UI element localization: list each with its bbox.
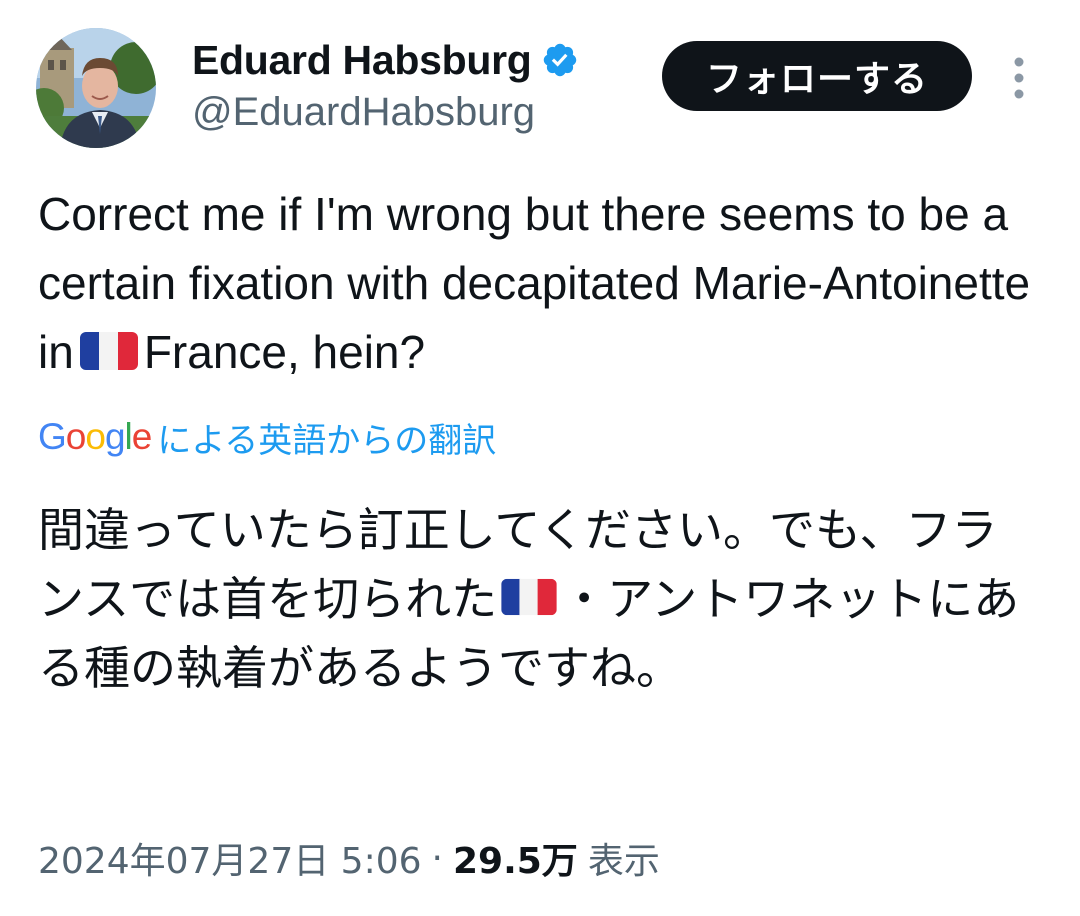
avatar[interactable] — [36, 28, 156, 148]
google-letter: o — [85, 416, 106, 457]
translation-attribution[interactable]: Google による英語からの翻訳 — [38, 410, 496, 464]
google-letter: G — [38, 416, 67, 457]
author-name-row[interactable]: Eduard Habsburg — [192, 32, 579, 88]
google-letter: o — [65, 416, 87, 457]
view-label: 表示 — [587, 841, 660, 882]
display-name[interactable]: Eduard Habsburg — [192, 37, 532, 84]
tweet-text-part-2: France, hein? — [143, 326, 426, 378]
google-letter: g — [104, 416, 126, 457]
more-options-button[interactable] — [1004, 54, 1034, 102]
author-handle[interactable]: @EduardHabsburg — [192, 90, 535, 135]
vertical-ellipsis-icon — [1014, 57, 1024, 99]
tweet: Eduard Habsburg @EduardHabsburg フォローする C… — [0, 0, 1080, 916]
tweet-text: Correct me if I'm wrong but there seems … — [38, 180, 1048, 387]
meta-separator: · — [431, 837, 443, 879]
verified-badge-icon — [544, 43, 577, 77]
translation-label[interactable]: による英語からの翻訳 — [157, 413, 496, 462]
tweet-meta: 2024年07月27日 5:06 · 29.5万 表示 — [38, 832, 660, 884]
google-letter: l — [124, 416, 133, 457]
france-flag-emoji-icon — [79, 332, 138, 370]
view-count: 29.5万 — [452, 841, 578, 882]
france-flag-emoji-icon — [501, 578, 557, 616]
google-logo: Google — [38, 416, 153, 458]
google-letter: e — [131, 416, 153, 457]
follow-button[interactable]: フォローする — [662, 41, 972, 111]
timestamp[interactable]: 2024年07月27日 5:06 — [38, 832, 422, 884]
translated-text: 間違っていたら訂正してください。でも、フランスでは首を切られた ・アントワネットに… — [38, 496, 1038, 703]
